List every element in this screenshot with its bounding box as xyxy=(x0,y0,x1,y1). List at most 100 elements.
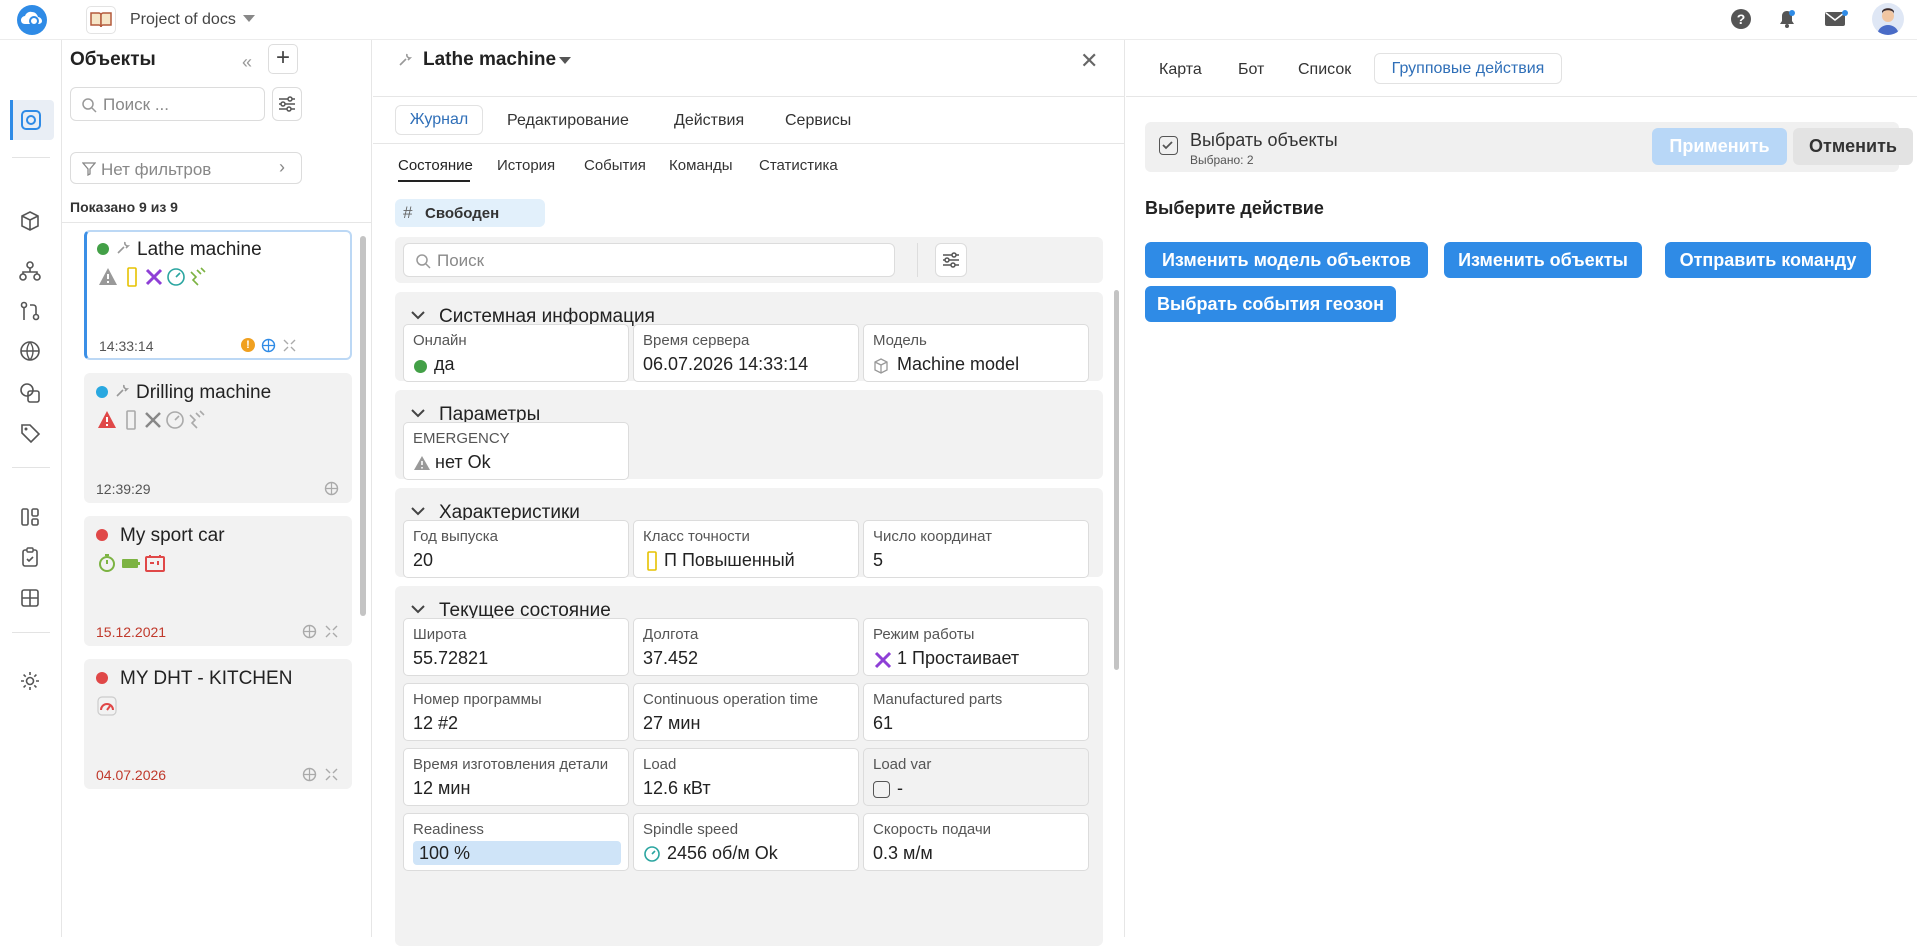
state-search-placeholder: Поиск xyxy=(437,251,485,270)
object-card-drilling-machine[interactable]: Drilling machine 12:39:29 xyxy=(84,373,352,503)
cell-continuous-operation: Continuous operation time 27 мин xyxy=(633,683,859,741)
tab-group-actions[interactable]: Групповые действия xyxy=(1374,53,1562,84)
crosshair-icon[interactable] xyxy=(261,338,276,353)
gauge-icon xyxy=(164,409,186,431)
change-objects-button[interactable]: Изменить объекты xyxy=(1444,242,1642,278)
choose-action-heading: Выберите действие xyxy=(1145,198,1324,218)
status-tag-label: Свободен xyxy=(425,205,500,222)
project-dropdown-icon[interactable] xyxy=(243,15,255,22)
title-dropdown-icon[interactable] xyxy=(559,57,571,64)
collapse-arrows-icon[interactable] xyxy=(324,624,339,639)
wrench-icon xyxy=(114,383,130,399)
tab-journal[interactable]: Журнал xyxy=(395,105,483,135)
cell-value: да xyxy=(434,354,455,374)
select-objects-title[interactable]: Выбрать объекты xyxy=(1190,130,1338,151)
chevron-down-icon[interactable] xyxy=(411,310,425,320)
cell-label: Год выпуска xyxy=(413,528,498,545)
tab-services[interactable]: Сервисы xyxy=(785,112,851,130)
objects-scrollbar[interactable] xyxy=(360,236,366,616)
cell-label: Время сервера xyxy=(643,332,750,349)
objects-search-input[interactable]: Поиск ... xyxy=(70,87,265,121)
crosshair-icon[interactable] xyxy=(302,767,317,782)
filter-field[interactable]: Нет фильтров › xyxy=(70,152,302,184)
close-icon[interactable]: ✕ xyxy=(1080,48,1098,74)
cell-label: Readiness xyxy=(413,821,484,838)
subtab-history[interactable]: История xyxy=(497,157,555,174)
chevron-down-icon[interactable] xyxy=(411,604,425,614)
notification-bell-icon[interactable] xyxy=(1776,8,1798,30)
subtab-events[interactable]: События xyxy=(584,157,646,174)
collapse-panel-icon[interactable]: « xyxy=(242,52,252,73)
search-settings-button[interactable] xyxy=(272,87,302,121)
rail-divider xyxy=(12,632,50,633)
tab-map[interactable]: Карта xyxy=(1159,61,1202,79)
change-model-button[interactable]: Изменить модель объектов xyxy=(1145,242,1428,278)
state-search-input[interactable]: Поиск xyxy=(403,243,895,277)
cell-label: Load xyxy=(643,756,677,773)
settings-gear-icon[interactable] xyxy=(19,670,43,694)
cell-value: 61 xyxy=(873,713,894,733)
plug-icon xyxy=(187,266,209,288)
checkbox-checked-icon[interactable] xyxy=(1159,136,1178,155)
collapse-arrows-icon[interactable] xyxy=(324,767,339,782)
shapes-icon[interactable] xyxy=(19,382,43,406)
search-icon xyxy=(81,97,97,113)
subtab-state[interactable]: Состояние xyxy=(398,157,473,174)
state-settings-button[interactable] xyxy=(935,243,967,277)
select-objects-bar: Выбрать объекты Выбрано: 2 Применить Отм… xyxy=(1145,122,1913,172)
apply-button[interactable]: Применить xyxy=(1652,128,1787,165)
object-time: 12:39:29 xyxy=(96,481,151,497)
car-battery-icon xyxy=(144,552,166,574)
tag-icon[interactable] xyxy=(19,422,43,446)
tab-actions[interactable]: Действия xyxy=(674,112,744,130)
subtab-statistics[interactable]: Статистика xyxy=(759,157,838,174)
objects-nav-icon[interactable] xyxy=(19,108,43,132)
cell-value[interactable]: Machine model xyxy=(897,354,1019,375)
crosshair-icon[interactable] xyxy=(324,481,339,496)
cell-label: Скорость подачи xyxy=(873,821,992,838)
send-command-button[interactable]: Отправить команду xyxy=(1665,242,1871,278)
select-geofence-events-button[interactable]: Выбрать события геозон xyxy=(1145,286,1396,322)
chevron-down-icon[interactable] xyxy=(411,506,425,516)
tab-edit[interactable]: Редактирование xyxy=(507,112,629,130)
dashboard-icon[interactable] xyxy=(19,506,43,530)
object-time: 14:33:14 xyxy=(99,338,154,354)
crosshair-icon[interactable] xyxy=(302,624,317,639)
status-tag[interactable]: # Свободен xyxy=(395,199,545,227)
tabs-divider xyxy=(373,143,1124,144)
cell-label: Manufactured parts xyxy=(873,691,1003,708)
cancel-button[interactable]: Отменить xyxy=(1793,128,1913,165)
object-card-lathe-machine[interactable]: Lathe machine 14:33:14 ! xyxy=(84,230,352,360)
hash-icon: # xyxy=(403,203,413,222)
cell-label: Режим работы xyxy=(873,626,975,643)
project-book-icon[interactable] xyxy=(86,6,116,34)
gauge-icon xyxy=(643,845,661,863)
tab-bot[interactable]: Бот xyxy=(1238,61,1264,79)
group-actions-panel: Карта Бот Список Групповые действия Выбр… xyxy=(1126,40,1917,937)
user-avatar[interactable] xyxy=(1872,3,1904,35)
add-object-button[interactable]: + xyxy=(268,44,298,74)
detail-scrollbar[interactable] xyxy=(1114,290,1119,670)
hierarchy-icon[interactable] xyxy=(19,260,43,284)
cube-icon[interactable] xyxy=(19,210,43,234)
accuracy-class-icon xyxy=(120,409,142,431)
subtab-commands[interactable]: Команды xyxy=(669,157,733,174)
help-icon[interactable]: ? xyxy=(1731,9,1751,29)
globe-icon[interactable] xyxy=(19,340,43,364)
chevron-down-icon[interactable] xyxy=(411,408,425,418)
detail-title[interactable]: Lathe machine xyxy=(423,49,556,71)
tab-list[interactable]: Список xyxy=(1298,61,1351,79)
project-name[interactable]: Project of docs xyxy=(130,11,236,29)
object-card-my-sport-car[interactable]: My sport car 15.12.2021 xyxy=(84,516,352,646)
collapse-arrows-icon[interactable] xyxy=(282,338,297,353)
clipboard-check-icon[interactable] xyxy=(19,546,43,570)
right-header-divider xyxy=(1126,96,1917,97)
wrench-icon xyxy=(115,240,131,256)
grid-icon[interactable] xyxy=(19,587,43,611)
cell-label: Широта xyxy=(413,626,467,643)
app-logo-icon[interactable] xyxy=(17,5,47,35)
rail-active-indicator xyxy=(10,100,13,140)
git-branch-icon[interactable] xyxy=(19,300,43,324)
object-card-my-dht-kitchen[interactable]: MY DHT - KITCHEN 04.07.2026 xyxy=(84,659,352,789)
mail-icon[interactable] xyxy=(1824,10,1848,28)
